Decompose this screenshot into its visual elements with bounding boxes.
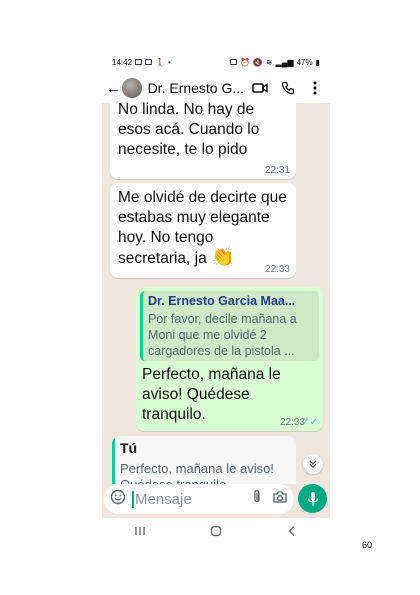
microphone-icon (307, 491, 318, 505)
back-arrow-icon[interactable]: ← (106, 80, 121, 97)
page-number: 60 (362, 540, 373, 550)
gallery-icon (145, 59, 153, 65)
battery-level: 47% (296, 57, 313, 67)
dot-icon: • (168, 57, 171, 67)
recent-apps-icon[interactable] (134, 524, 146, 542)
phone-screenshot: 14:42 🚶 • ⏰ 🔇 ≋ ▂▄▆ 47% ▮ ← Dr. Ernesto … (102, 51, 330, 548)
message-input[interactable]: Mensaje (132, 490, 252, 508)
home-icon[interactable] (210, 524, 222, 542)
signal-icon: ▂▄▆ (275, 57, 294, 67)
phone-call-icon[interactable] (277, 77, 299, 99)
wifi-icon: ≋ (265, 57, 273, 67)
status-time: 14:42 (112, 57, 133, 67)
battery-icon: ▮ (315, 57, 320, 67)
message-input-bar[interactable]: Mensaje (104, 484, 294, 514)
status-bar: 14:42 🚶 • ⏰ 🔇 ≋ ▂▄▆ 47% ▮ (102, 51, 330, 73)
message-time: 22:31 (264, 165, 290, 176)
battery-saver-icon (229, 59, 237, 65)
message-incoming[interactable]: Me olvidé de decirte que estabas muy ele… (110, 183, 296, 278)
scroll-down-button[interactable] (303, 454, 323, 474)
reply-accent-bar (112, 436, 115, 484)
alarm-icon: ⏰ (239, 57, 250, 67)
android-nav-bar (102, 518, 330, 548)
back-nav-icon[interactable] (286, 524, 298, 542)
video-call-icon[interactable] (249, 77, 271, 99)
message-text: No linda. No hay de esos acá. Cuando lo … (118, 101, 260, 158)
attach-icon[interactable] (252, 489, 262, 510)
walk-icon: 🚶 (155, 57, 165, 67)
reply-preview[interactable]: Tú Perfecto, mañana le aviso! Quédese tr… (112, 436, 296, 484)
double-chevron-down-icon (309, 460, 317, 468)
contact-name[interactable]: Dr. Ernesto G... (148, 80, 244, 96)
message-text: Perfecto, mañana le aviso! Quédese tranq… (142, 366, 281, 423)
quoted-text: Por favor, decile mañana a Moni que me o… (148, 312, 297, 358)
gallery-icon (135, 59, 143, 65)
quoted-sender: Dr. Ernesto Garcia Maa... (148, 294, 296, 308)
message-incoming[interactable]: No linda. No hay de esos acá. Cuando lo … (110, 98, 296, 179)
sticker-icon[interactable] (110, 489, 126, 510)
mute-icon: 🔇 (252, 57, 263, 67)
voice-message-button[interactable] (298, 484, 327, 513)
clapping-hands-emoji: 👏 (211, 247, 235, 268)
more-options-icon[interactable] (304, 77, 326, 99)
quoted-message[interactable]: Dr. Ernesto Garcia Maa... Por favor, dec… (140, 291, 319, 361)
avatar[interactable] (122, 78, 142, 98)
reply-sender: Tú (120, 440, 138, 456)
message-time: 22:33 (264, 264, 290, 275)
message-outgoing[interactable]: Dr. Ernesto Garcia Maa... Por favor, dec… (136, 287, 323, 431)
chat-area[interactable]: No linda. No hay de esos acá. Cuando lo … (102, 98, 330, 491)
message-text: Me olvidé de decirte que estabas muy ele… (118, 189, 287, 267)
read-receipt-icon: ✓✓ (301, 417, 318, 428)
camera-icon[interactable] (272, 490, 288, 509)
reply-text: Perfecto, mañana le aviso! Quédese tranq… (120, 461, 274, 484)
